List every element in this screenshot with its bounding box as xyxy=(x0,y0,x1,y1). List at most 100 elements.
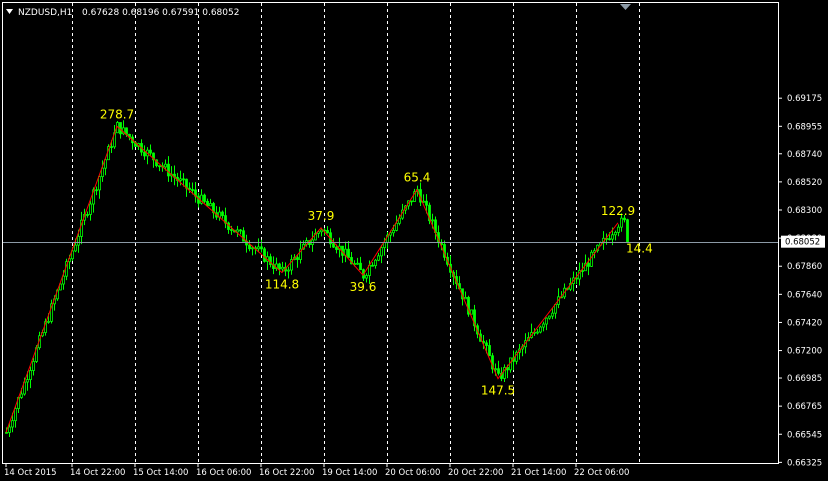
price-chart[interactable]: NZDUSD,H1 0.67628 0.68196 0.67591 0.6805… xyxy=(0,0,828,481)
zigzag-label: 147.5 xyxy=(481,384,515,398)
candle-body xyxy=(95,189,98,192)
candle xyxy=(341,245,344,263)
candle-body xyxy=(29,370,32,381)
zigzag-label-current: 14.4 xyxy=(626,242,653,256)
candle xyxy=(239,228,242,235)
candle xyxy=(224,207,227,229)
candle xyxy=(515,350,518,365)
chart-window[interactable]: NZDUSD,H1 0.67628 0.68196 0.67591 0.6805… xyxy=(0,0,828,481)
candle xyxy=(614,230,617,241)
price-axis[interactable]: 0.69175 0.68955 0.68740 0.68520 0.68300 0.680… xyxy=(778,94,825,468)
candle-body xyxy=(431,219,434,222)
zigzag-label: 114.8 xyxy=(265,278,299,292)
symbol-menu-icon[interactable] xyxy=(6,9,13,14)
candle xyxy=(557,288,560,309)
candle-body xyxy=(464,296,467,300)
candle-body xyxy=(548,315,551,319)
candle xyxy=(194,182,197,203)
candle xyxy=(434,216,437,240)
candle-body xyxy=(485,342,488,346)
candle xyxy=(86,211,89,218)
zigzag-label: 39.6 xyxy=(350,280,377,294)
candle-body xyxy=(221,211,224,217)
x-tick-label: 20 Oct 06:00 xyxy=(385,468,440,478)
candle xyxy=(167,156,170,182)
candle xyxy=(65,258,68,281)
candle-body xyxy=(587,262,590,267)
candle-body xyxy=(125,127,128,135)
candle-body xyxy=(182,178,185,181)
candle xyxy=(473,304,476,332)
candle-body xyxy=(143,151,146,157)
zigzag-label: 37.9 xyxy=(308,209,335,223)
candle-body xyxy=(167,163,170,177)
candle xyxy=(215,206,218,220)
candle xyxy=(143,145,146,160)
candle-body xyxy=(209,203,212,207)
candle-body xyxy=(392,230,395,234)
candle-body xyxy=(110,146,113,148)
x-tick-label: 15 Oct 14:00 xyxy=(133,468,188,478)
candle-body xyxy=(581,270,584,272)
candle-body xyxy=(539,326,542,333)
candle xyxy=(347,241,350,258)
candle xyxy=(503,364,506,382)
candle-body xyxy=(26,379,29,383)
candle-body xyxy=(623,217,626,221)
candle-body xyxy=(371,264,374,267)
candle xyxy=(158,165,161,172)
candle-body xyxy=(89,203,92,215)
candle-body xyxy=(257,246,260,250)
candle-body xyxy=(470,309,473,315)
candle-body xyxy=(8,426,11,433)
candle xyxy=(356,257,359,265)
candle xyxy=(197,192,200,208)
candle-body xyxy=(98,176,101,191)
time-axis[interactable]: 14 Oct 2015 14 Oct 22:00 15 Oct 14:00 16 Oc… xyxy=(4,463,629,478)
x-tick-label: 21 Oct 14:00 xyxy=(511,468,566,478)
y-tick-label: 0.67200 xyxy=(787,347,822,357)
x-tick-label: 14 Oct 22:00 xyxy=(70,468,125,478)
candle xyxy=(326,226,329,234)
candle-body xyxy=(32,361,35,371)
y-tick-label: 0.66765 xyxy=(787,402,822,412)
chart-shift-marker-icon[interactable] xyxy=(620,4,631,10)
candle xyxy=(131,134,134,150)
y-tick-label: 0.66325 xyxy=(787,458,822,468)
candle-body xyxy=(320,229,323,233)
y-tick-label: 0.67420 xyxy=(787,318,822,328)
candle xyxy=(203,193,206,204)
candle xyxy=(311,231,314,252)
candle-body xyxy=(497,368,500,374)
candle-body xyxy=(14,408,17,422)
y-tick-label: 0.68520 xyxy=(787,178,822,188)
candle xyxy=(212,201,215,219)
candle xyxy=(89,200,92,221)
candle xyxy=(410,200,413,206)
candle-body xyxy=(287,269,290,272)
candle-body xyxy=(332,243,335,248)
candle xyxy=(536,328,539,335)
candle xyxy=(113,124,116,149)
candle-body xyxy=(335,246,338,250)
candle-body xyxy=(551,312,554,317)
candle xyxy=(374,258,377,269)
zigzag-label: 65.4 xyxy=(404,171,431,185)
candle-body xyxy=(74,244,77,252)
candle xyxy=(470,309,473,315)
zigzag-label: 122.9 xyxy=(601,204,635,218)
candle-body xyxy=(626,219,629,243)
candle xyxy=(221,210,224,219)
zigzag-indicator xyxy=(5,125,619,433)
candle-body xyxy=(278,263,281,270)
candle xyxy=(173,165,176,186)
candle-body xyxy=(377,255,380,261)
candle xyxy=(269,253,272,268)
candle-body xyxy=(263,248,266,262)
candle xyxy=(80,211,83,245)
y-tick-label: 0.69175 xyxy=(787,94,822,104)
candle xyxy=(548,315,551,320)
candle-body xyxy=(191,189,194,191)
y-tick-label: 0.68740 xyxy=(787,150,822,160)
candle xyxy=(617,224,620,237)
